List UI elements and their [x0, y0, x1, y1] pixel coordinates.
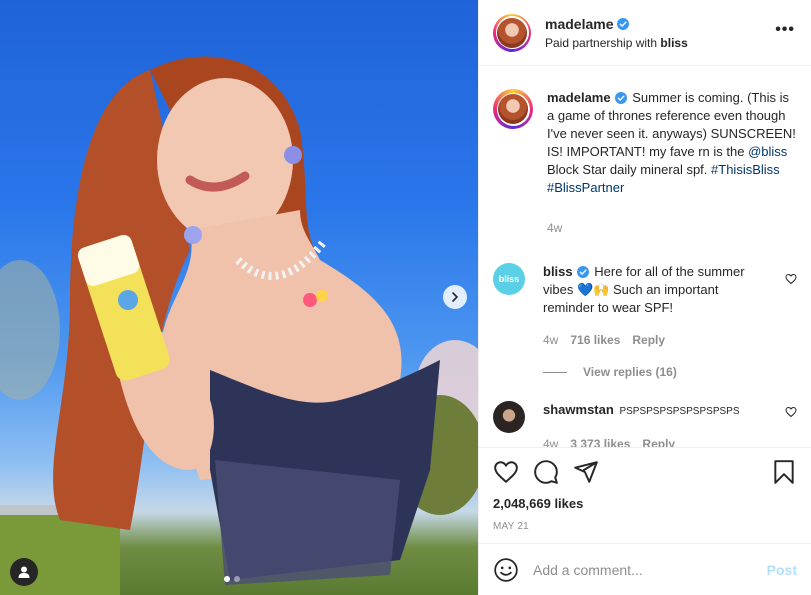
reply-button[interactable]: Reply — [632, 331, 665, 349]
comment-likes[interactable]: 3 373 likes — [570, 435, 630, 447]
comment-bubble-icon — [534, 460, 558, 484]
comment-text: PSPSPSPSPSPSPSPSPS — [619, 406, 740, 417]
avatar[interactable]: bliss — [493, 263, 525, 295]
save-button[interactable] — [771, 459, 797, 485]
partner-link[interactable]: bliss — [660, 36, 687, 50]
comment-item: bliss bliss Here for all of the summer v… — [493, 263, 797, 349]
view-replies-label: View replies (16) — [583, 365, 677, 379]
caption: madelame Summer is coming. (This is a ga… — [493, 89, 797, 237]
comment-username[interactable]: shawmstan — [543, 401, 614, 419]
paid-partnership-label: Paid partnership with bliss — [545, 36, 775, 50]
user-icon — [18, 566, 30, 578]
story-ring[interactable] — [493, 13, 531, 52]
more-dots-icon: ••• — [775, 20, 795, 38]
post-side-panel: madelame Paid partnership with bliss ••• — [478, 0, 811, 595]
verified-badge-icon — [576, 266, 589, 278]
comment-username-label: bliss — [543, 264, 573, 279]
post-actions: 2,048,669 likes MAY 21 — [479, 447, 811, 532]
comment-age[interactable]: 4w — [543, 331, 558, 349]
like-button[interactable] — [493, 459, 519, 485]
share-button[interactable] — [573, 459, 599, 485]
heart-icon — [494, 461, 518, 484]
likes-count[interactable]: 2,048,669 likes — [493, 496, 797, 511]
reply-button[interactable]: Reply — [642, 435, 675, 447]
carousel-indicator — [224, 576, 240, 582]
hashtag-link[interactable]: #BlissPartner — [547, 180, 624, 195]
comment-meta: 4w 3 373 likes Reply — [543, 435, 797, 447]
emoji-button[interactable] — [493, 557, 519, 583]
comment-body: shawmstan PSPSPSPSPSPSPSPSPS 4w 3 373 li… — [543, 401, 797, 447]
comment-likes[interactable]: 716 likes — [570, 331, 620, 349]
comment-age[interactable]: 4w — [543, 435, 558, 447]
comment-button[interactable] — [533, 459, 559, 485]
header-username[interactable]: madelame — [545, 15, 630, 32]
avatar — [497, 17, 527, 48]
avatar — [498, 94, 528, 124]
avatar-border — [496, 92, 530, 126]
paper-plane-icon — [574, 461, 598, 483]
caption-age[interactable]: 4w — [547, 219, 562, 237]
next-photo-button[interactable] — [443, 285, 467, 309]
caption-username-label: madelame — [547, 90, 611, 105]
caption-username[interactable]: madelame — [547, 89, 627, 107]
divider-line — [543, 371, 567, 373]
caption-text-end: Block Star daily mineral spf. — [547, 162, 708, 177]
bookmark-icon — [774, 460, 794, 484]
avatar-border — [495, 16, 529, 49]
caption-avatar-ring[interactable] — [493, 89, 533, 129]
comment-item: shawmstan PSPSPSPSPSPSPSPSPS 4w 3 373 li… — [493, 401, 797, 447]
caption-body: madelame Summer is coming. (This is a ga… — [547, 89, 797, 237]
view-replies-button[interactable]: View replies (16) — [543, 365, 797, 379]
post-photo[interactable] — [0, 0, 478, 595]
post-header: madelame Paid partnership with bliss ••• — [479, 0, 811, 66]
comment-meta: 4w 716 likes Reply — [543, 331, 773, 349]
carousel-dot-active — [224, 576, 230, 582]
post-date[interactable]: MAY 21 — [493, 521, 797, 532]
action-icons — [493, 448, 797, 496]
header-username-label: madelame — [545, 15, 614, 32]
verified-badge-icon — [617, 17, 630, 30]
more-options-button[interactable]: ••• — [775, 21, 797, 45]
like-comment-icon[interactable] — [785, 273, 797, 285]
comments-list[interactable]: madelame Summer is coming. (This is a ga… — [479, 67, 811, 447]
chevron-right-icon — [452, 292, 459, 302]
like-comment-icon[interactable] — [785, 406, 797, 418]
post-comment-button[interactable]: Post — [767, 562, 797, 578]
photo-scene — [0, 56, 478, 595]
comment-username[interactable]: bliss — [543, 263, 589, 281]
comment-input[interactable] — [533, 561, 767, 578]
avatar-label: bliss — [498, 274, 520, 284]
paid-partnership-prefix: Paid partnership with — [545, 35, 658, 50]
carousel-dot — [234, 576, 240, 582]
add-comment-bar: Post — [479, 543, 811, 595]
hashtag-link[interactable]: #ThisisBliss — [711, 162, 780, 177]
avatar[interactable] — [493, 401, 525, 433]
header-text: madelame Paid partnership with bliss — [545, 16, 775, 50]
comment-body: bliss Here for all of the summer vibes 💙… — [543, 263, 797, 349]
verified-badge-icon — [614, 92, 627, 104]
mention-link[interactable]: @bliss — [748, 144, 787, 159]
comment-username-label: shawmstan — [543, 402, 614, 417]
emoji-icon — [494, 557, 518, 582]
instagram-post: madelame Paid partnership with bliss ••• — [0, 0, 811, 595]
tagged-users-button[interactable] — [10, 558, 38, 586]
caption-meta: 4w — [547, 219, 797, 237]
